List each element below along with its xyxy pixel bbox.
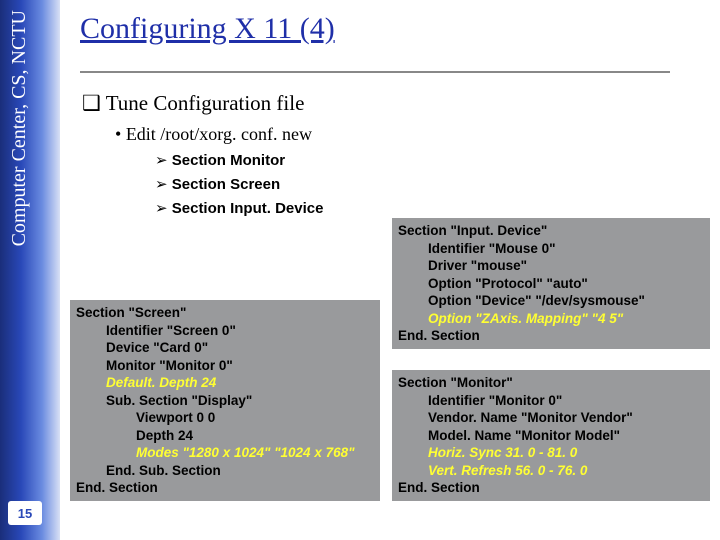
code-line: Depth 24: [76, 427, 374, 445]
code-line: Sub. Section "Display": [76, 392, 374, 410]
arrow-section-screen: Section Screen: [155, 175, 720, 193]
code-line-highlight: Modes "1280 x 1024" "1024 x 768": [76, 444, 374, 462]
code-line: Vendor. Name "Monitor Vendor": [398, 409, 704, 427]
arrow-section-monitor: Section Monitor: [155, 151, 720, 169]
code-line: End. Section: [398, 480, 480, 495]
heading-tune: Tune Configuration file: [82, 91, 720, 116]
title-rule: [80, 71, 670, 73]
sidebar-label: Computer Center, CS, NCTU: [8, 10, 31, 246]
code-line: Section "Monitor": [398, 375, 513, 390]
code-line-highlight: Default. Depth 24: [76, 374, 374, 392]
arrow-section-inputdevice: Section Input. Device: [155, 199, 720, 217]
code-line-highlight: Vert. Refresh 56. 0 - 76. 0: [398, 462, 704, 480]
code-line: Option "Device" "/dev/sysmouse": [398, 292, 704, 310]
slide-title: Configuring X 11 (4): [80, 12, 720, 46]
slide-content: Configuring X 11 (4) Tune Configuration …: [70, 0, 720, 540]
code-line: Driver "mouse": [398, 257, 704, 275]
code-line: Section "Input. Device": [398, 223, 547, 238]
code-box-screen: Section "Screen" Identifier "Screen 0" D…: [70, 300, 380, 501]
code-line: Identifier "Monitor 0": [398, 392, 704, 410]
code-box-monitor: Section "Monitor" Identifier "Monitor 0"…: [392, 370, 710, 501]
code-line-highlight: Horiz. Sync 31. 0 - 81. 0: [398, 444, 704, 462]
code-line: Model. Name "Monitor Model": [398, 427, 704, 445]
sidebar: Computer Center, CS, NCTU 15: [0, 0, 60, 540]
page-number: 15: [8, 501, 42, 525]
code-line: Identifier "Mouse 0": [398, 240, 704, 258]
code-line: End. Section: [76, 480, 158, 495]
code-line: Section "Screen": [76, 305, 186, 320]
code-line: Device "Card 0": [76, 339, 374, 357]
bullet-edit: Edit /root/xorg. conf. new: [115, 124, 720, 145]
code-line: Identifier "Screen 0": [76, 322, 374, 340]
code-box-inputdevice: Section "Input. Device" Identifier "Mous…: [392, 218, 710, 349]
code-line: Viewport 0 0: [76, 409, 374, 427]
code-line: End. Sub. Section: [76, 462, 374, 480]
code-line-highlight: Option "ZAxis. Mapping" "4 5": [398, 310, 704, 328]
code-line: Monitor "Monitor 0": [76, 357, 374, 375]
code-line: Option "Protocol" "auto": [398, 275, 704, 293]
code-line: End. Section: [398, 328, 480, 343]
